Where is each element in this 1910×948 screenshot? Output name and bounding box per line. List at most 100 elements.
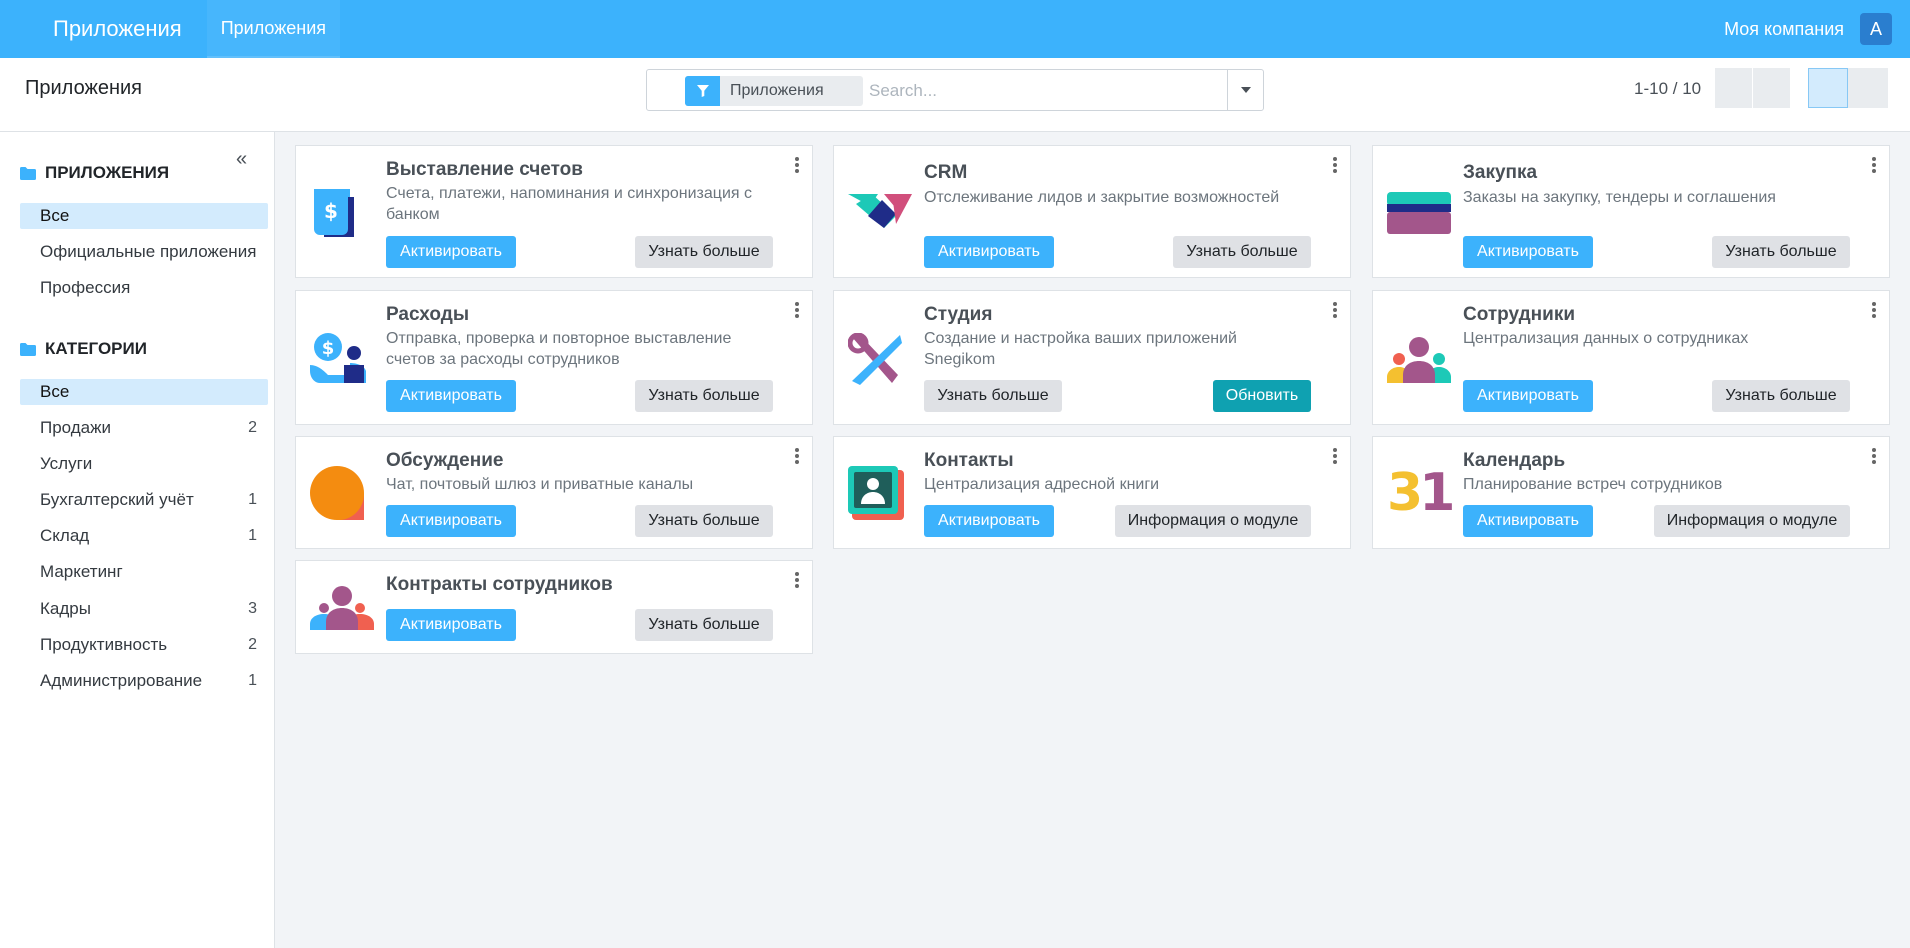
card-menu-icon[interactable] [1872, 157, 1876, 178]
category-count: 2 [248, 419, 257, 436]
pager-buttons [1715, 68, 1790, 108]
card-title[interactable]: Контакты [924, 450, 1014, 472]
card-menu-icon[interactable] [1872, 302, 1876, 323]
module-info-button[interactable]: Информация о модуле [1654, 505, 1850, 537]
collapse-sidebar-icon[interactable]: « [236, 148, 247, 171]
app-card-studio[interactable]: Студия Создание и настройка ваших прилож… [833, 290, 1351, 425]
search-facet[interactable]: Приложения [685, 76, 863, 106]
card-menu-icon[interactable] [795, 572, 799, 593]
card-title[interactable]: Студия [924, 304, 992, 326]
learn-more-button[interactable]: Узнать больше [635, 609, 773, 641]
kanban-view-button[interactable] [1808, 68, 1848, 108]
update-button[interactable]: Обновить [1213, 380, 1311, 412]
card-title[interactable]: Выставление счетов [386, 159, 583, 181]
expenses-icon: $ [310, 331, 366, 392]
pager-prev-button[interactable] [1715, 68, 1752, 108]
app-card-expenses[interactable]: $ Расходы Отправка, проверка и повторное… [295, 290, 813, 425]
category-count: 1 [248, 527, 257, 544]
sidebar-item-administration[interactable]: Администрирование 1 [20, 668, 268, 694]
card-title[interactable]: Календарь [1463, 450, 1565, 472]
facet-label: Приложения [730, 82, 824, 99]
card-description-line2: Snegikom [924, 351, 996, 368]
activate-button[interactable]: Активировать [386, 236, 516, 268]
section-categories-heading: КАТЕГОРИИ [20, 339, 147, 359]
caret-down-icon [1240, 87, 1251, 93]
card-menu-icon[interactable] [1333, 157, 1337, 178]
activate-button[interactable]: Активировать [1463, 505, 1593, 537]
learn-more-button[interactable]: Узнать больше [924, 380, 1062, 412]
sidebar-item-official-apps[interactable]: Официальные приложения [20, 239, 268, 265]
top-navbar: Приложения Приложения Моя компания A [0, 0, 1910, 58]
app-card-invoicing[interactable]: $ Выставление счетов Счета, платежи, нап… [295, 145, 813, 278]
card-title[interactable]: Обсуждение [386, 450, 503, 472]
card-menu-icon[interactable] [795, 157, 799, 178]
sidebar-item-label: Кадры [40, 599, 91, 618]
card-title[interactable]: Сотрудники [1463, 304, 1575, 326]
sidebar-item-industries[interactable]: Профессия [20, 275, 268, 301]
learn-more-button[interactable]: Узнать больше [1173, 236, 1311, 268]
sidebar-item-label: Маркетинг [40, 562, 123, 581]
learn-more-button[interactable]: Узнать больше [1712, 236, 1850, 268]
app-brand[interactable]: Приложения [53, 16, 182, 42]
card-description: Планирование встреч сотрудников [1463, 476, 1723, 493]
card-menu-icon[interactable] [1872, 448, 1876, 469]
sidebar-item-cat-all[interactable]: Все [20, 379, 268, 405]
app-card-crm[interactable]: CRM Отслеживание лидов и закрытие возмож… [833, 145, 1351, 278]
sidebar-item-sales[interactable]: Продажи 2 [20, 415, 268, 441]
sidebar-item-apps-all[interactable]: Все [20, 203, 268, 229]
sidebar-item-inventory[interactable]: Склад 1 [20, 523, 268, 549]
sidebar: « ПРИЛОЖЕНИЯ Все Официальные приложения … [0, 132, 275, 948]
app-card-employee-contracts[interactable]: Контракты сотрудников Активировать Узнат… [295, 560, 813, 654]
sidebar-item-productivity[interactable]: Продуктивность 2 [20, 632, 268, 658]
search-input[interactable] [869, 76, 1219, 106]
activate-button[interactable]: Активировать [924, 236, 1054, 268]
card-title[interactable]: Расходы [386, 304, 469, 326]
sidebar-item-label: Официальные приложения [40, 242, 257, 261]
app-card-employees[interactable]: Сотрудники Централизация данных о сотруд… [1372, 290, 1890, 425]
card-menu-icon[interactable] [795, 448, 799, 469]
activate-button[interactable]: Активировать [386, 380, 516, 412]
learn-more-button[interactable]: Узнать больше [635, 380, 773, 412]
activate-button[interactable]: Активировать [386, 609, 516, 641]
pager-value[interactable]: 1-10 / 10 [1634, 79, 1701, 99]
pager-next-button[interactable] [1753, 68, 1790, 108]
card-title[interactable]: CRM [924, 162, 967, 184]
card-description: Счета, платежи, напоминания и синхрониза… [386, 185, 752, 202]
activate-button[interactable]: Активировать [1463, 380, 1593, 412]
learn-more-button[interactable]: Узнать больше [635, 236, 773, 268]
card-description-line2: счетов за расходы сотрудников [386, 351, 620, 368]
app-card-discuss[interactable]: Обсуждение Чат, почтовый шлюз и приватны… [295, 436, 813, 549]
card-description: Заказы на закупку, тендеры и соглашения [1463, 189, 1776, 206]
company-switcher[interactable]: Моя компания [1724, 19, 1844, 40]
category-count: 2 [248, 636, 257, 653]
card-description: Создание и настройка ваших приложений [924, 330, 1237, 347]
app-card-calendar[interactable]: 31 Календарь Планирование встреч сотрудн… [1372, 436, 1890, 549]
svg-text:$: $ [322, 338, 335, 359]
card-menu-icon[interactable] [1333, 302, 1337, 323]
card-menu-icon[interactable] [1333, 448, 1337, 469]
category-count: 1 [248, 672, 257, 689]
sidebar-item-marketing[interactable]: Маркетинг [20, 559, 268, 585]
learn-more-button[interactable]: Узнать больше [1712, 380, 1850, 412]
page-title: Приложения [25, 77, 143, 99]
search-options-toggle[interactable] [1227, 70, 1263, 110]
card-title[interactable]: Закупка [1463, 162, 1537, 184]
activate-button[interactable]: Активировать [1463, 236, 1593, 268]
sidebar-item-accounting[interactable]: Бухгалтерский учёт 1 [20, 487, 268, 513]
discuss-icon [310, 466, 365, 525]
activate-button[interactable]: Активировать [924, 505, 1054, 537]
sidebar-item-label: Продуктивность [40, 635, 168, 654]
user-avatar[interactable]: A [1860, 13, 1892, 45]
app-card-purchase[interactable]: Закупка Заказы на закупку, тендеры и сог… [1372, 145, 1890, 278]
card-menu-icon[interactable] [795, 302, 799, 323]
card-description: Централизация адресной книги [924, 476, 1160, 493]
nav-menu-apps[interactable]: Приложения [206, 0, 341, 58]
card-title[interactable]: Контракты сотрудников [386, 574, 613, 596]
list-view-button[interactable] [1848, 68, 1888, 108]
sidebar-item-hr[interactable]: Кадры 3 [20, 596, 268, 622]
learn-more-button[interactable]: Узнать больше [635, 505, 773, 537]
app-card-contacts[interactable]: Контакты Централизация адресной книги Ак… [833, 436, 1351, 549]
activate-button[interactable]: Активировать [386, 505, 516, 537]
module-info-button[interactable]: Информация о модуле [1115, 505, 1311, 537]
sidebar-item-services[interactable]: Услуги [20, 451, 268, 477]
